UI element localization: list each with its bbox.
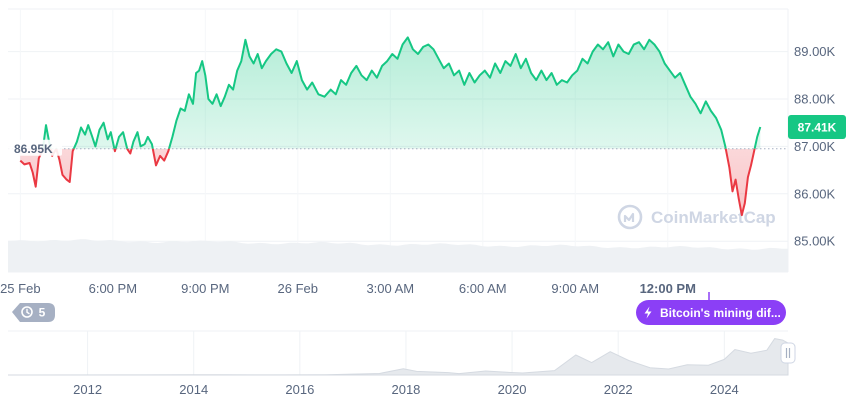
x-tick-label: 9:00 AM [551,281,599,296]
y-tick-label: 87.00K [794,139,836,154]
baseline-label-text: 86.95K [14,142,53,156]
overview-tick-label: 2016 [285,382,314,397]
x-tick-label: 6:00 PM [89,281,137,296]
overview-tick-label: 2018 [391,382,420,397]
overview-area [7,338,789,376]
x-tick-label: 26 Feb [278,281,318,296]
coinmarketcap-watermark: CoinMarketCap [617,204,776,230]
overview-x-axis: 2012 2014 2016 2018 2020 2022 2024 [73,382,739,397]
x-axis: 25 Feb 6:00 PM 9:00 PM 26 Feb 3:00 AM 6:00 AM… [0,281,696,296]
x-tick-label: 12:00 PM [640,281,696,296]
baseline-label: 86.95K [8,139,62,156]
watermark-text: CoinMarketCap [651,208,776,227]
overview-tick-label: 2012 [73,382,102,397]
x-tick-label: 25 Feb [0,281,40,296]
overview-tick-label: 2020 [498,382,527,397]
y-tick-label: 88.00K [794,92,836,107]
volume-band [8,239,788,272]
current-price-text: 87.41K [798,120,837,134]
x-tick-label: 6:00 AM [459,281,507,296]
overview-navigator[interactable]: 2012 2014 2016 2018 2020 2022 2024 [7,330,796,397]
y-tick-label: 85.00K [794,234,836,249]
history-badge-count: 5 [39,306,46,320]
event-pill-mining-difficulty[interactable]: Bitcoin's mining dif... [636,292,786,325]
history-badge[interactable]: 5 [12,303,55,322]
overview-tick-label: 2022 [604,382,633,397]
overview-tick-label: 2014 [179,382,208,397]
y-tick-label: 86.00K [794,186,836,201]
coinmarketcap-logo-icon [617,204,643,230]
y-axis: 85.00K 86.00K 87.00K 88.00K 89.00K [794,44,836,249]
price-chart[interactable]: CoinMarketCap 86.95K 85.00K86.00K87.00K8… [0,0,860,401]
x-tick-label: 3:00 AM [366,281,414,296]
overview-tick-label: 2024 [710,382,739,397]
y-tick-label: 89.00K [794,44,836,59]
event-pill-text: Bitcoin's mining dif... [660,306,781,320]
x-tick-label: 9:00 PM [181,281,229,296]
navigator-handle[interactable] [780,342,796,364]
current-price-label: 87.41K [788,114,846,139]
